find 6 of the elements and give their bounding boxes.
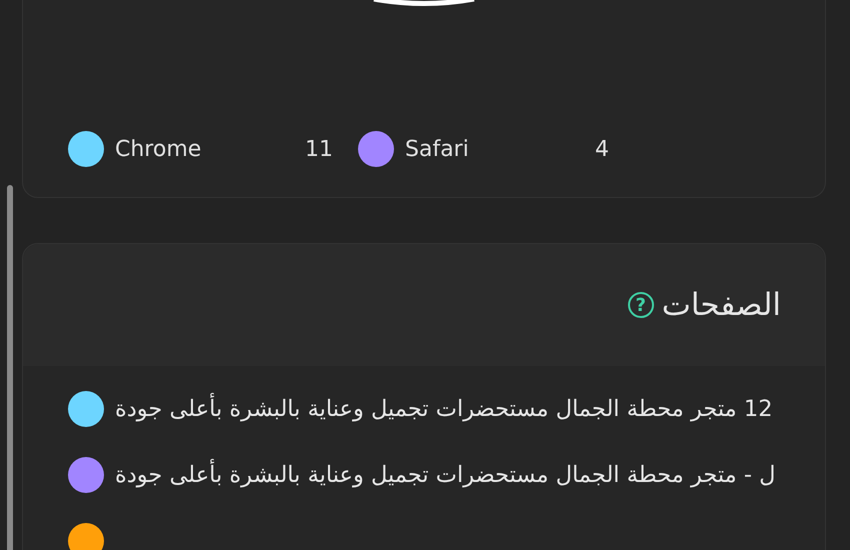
legend-count: 4 [595, 136, 610, 162]
scrollbar[interactable] [7, 185, 13, 550]
card-title: الصفحات [662, 287, 781, 323]
legend-label: Chrome [115, 136, 202, 162]
legend-label: Safari [405, 136, 470, 162]
help-icon[interactable]: ? [628, 292, 654, 318]
